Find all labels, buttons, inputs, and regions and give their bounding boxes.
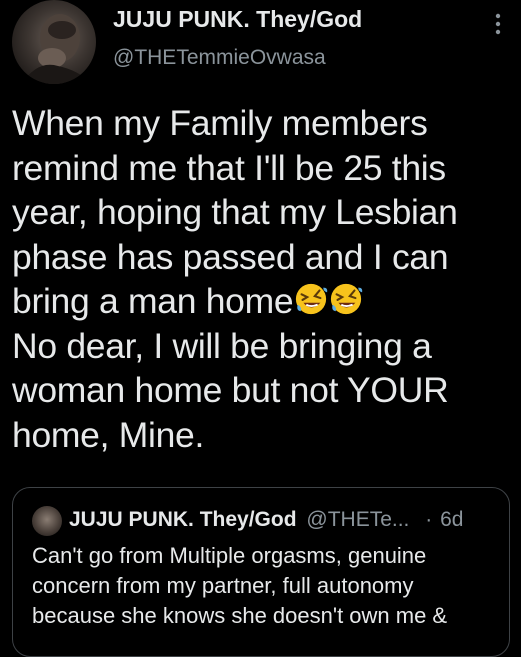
tweet-text-line: remind me that I'll be 25 this	[12, 147, 446, 188]
quoted-tweet-header: JUJU PUNK. They/God @THETe... · 6d	[69, 508, 463, 532]
quoted-tweet-text-line: concern from my partner, full autonomy	[32, 573, 414, 598]
tweet-text: When my Family members remind me that I'…	[12, 101, 512, 457]
tweet-text-line: When my Family members	[12, 103, 428, 143]
author-display-name[interactable]: JUJU PUNK. They/God	[113, 6, 362, 33]
quoted-tweet-card[interactable]: JUJU PUNK. They/God @THETe... · 6d Can't…	[12, 487, 510, 657]
tweet-text-line: year, hoping that my Lesbian	[12, 192, 458, 232]
quoted-tweet-text-line: because she knows she doesn't own me &	[32, 603, 448, 628]
quoted-tweet-text-line: Can't go from Multiple orgasms, genuine	[32, 543, 427, 568]
quoted-tweet-timestamp[interactable]: 6d	[440, 508, 463, 531]
tweet-text-line: No dear, I will be bringing a	[12, 325, 432, 366]
tweet-text-segment: bring a man home	[12, 281, 294, 321]
rolling-on-floor-laughing-emoji	[294, 282, 328, 316]
quoted-author-avatar[interactable]	[32, 506, 62, 536]
tweet-text-line: home, Mine.	[12, 414, 205, 455]
quoted-author-display-name[interactable]: JUJU PUNK. They/God	[69, 508, 297, 531]
author-handle[interactable]: @THETemmieOvwasa	[113, 46, 326, 70]
more-options-button[interactable]	[486, 10, 510, 40]
quoted-tweet-separator: ·	[425, 508, 433, 531]
tweet-text-line-with-emojis: bring a man home	[12, 279, 512, 324]
profile-photo	[22, 14, 92, 84]
quoted-author-handle[interactable]: @THETe...	[306, 508, 409, 531]
quoted-tweet-text: Can't go from Multiple orgasms, genuine …	[32, 541, 502, 631]
more-vertical-icon	[495, 13, 501, 35]
tweet-text-line: phase has passed and I can	[12, 236, 449, 277]
author-avatar[interactable]	[12, 0, 96, 84]
rolling-on-floor-laughing-emoji	[329, 282, 363, 316]
tweet-text-line: woman home but not YOUR	[12, 370, 449, 410]
